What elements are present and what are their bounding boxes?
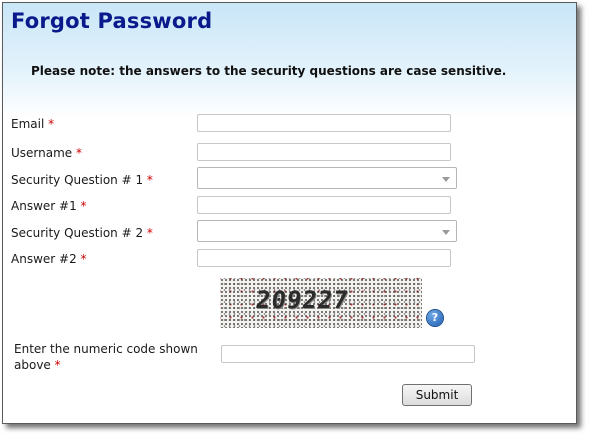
- answer-2-label-text: Answer #2: [11, 252, 77, 266]
- username-label-text: Username: [11, 146, 73, 160]
- captcha-code: 209227: [254, 286, 351, 314]
- captcha-label-line1: Enter the numeric code shown: [14, 342, 198, 356]
- username-label: Username *: [11, 146, 82, 160]
- captcha-label: Enter the numeric code shown above *: [14, 341, 198, 373]
- captcha-label-line2: above: [14, 358, 51, 372]
- security-question-2-label: Security Question # 2 *: [11, 226, 153, 240]
- case-sensitive-note: Please note: the answers to the security…: [31, 64, 507, 78]
- email-label-text: Email: [11, 117, 45, 131]
- answer-2-field[interactable]: [197, 249, 451, 267]
- security-question-2-label-text: Security Question # 2: [11, 226, 144, 240]
- required-marker: *: [80, 252, 87, 266]
- email-field[interactable]: [197, 114, 451, 132]
- forgot-password-window: Forgot Password Please note: the answers…: [2, 2, 577, 424]
- security-question-1-select[interactable]: [197, 167, 457, 189]
- security-question-2-select[interactable]: [197, 220, 457, 242]
- email-label: Email *: [11, 117, 54, 131]
- required-marker: *: [76, 146, 82, 160]
- chevron-down-icon: [442, 177, 450, 182]
- chevron-down-icon: [442, 230, 450, 235]
- security-question-1-label: Security Question # 1 *: [11, 173, 153, 187]
- captcha-code-field[interactable]: [221, 345, 475, 363]
- captcha-image: 209227: [220, 278, 422, 328]
- required-marker: *: [146, 173, 153, 187]
- username-field[interactable]: [197, 143, 451, 161]
- required-marker: *: [80, 199, 87, 213]
- submit-button[interactable]: Submit: [402, 384, 472, 406]
- question-icon[interactable]: ?: [427, 310, 443, 326]
- page-title: Forgot Password: [11, 9, 213, 33]
- answer-2-label: Answer #2 *: [11, 252, 87, 266]
- required-marker: *: [54, 358, 61, 372]
- required-marker: *: [48, 117, 55, 131]
- answer-1-field[interactable]: [197, 196, 451, 214]
- security-question-1-label-text: Security Question # 1: [11, 173, 144, 187]
- answer-1-label: Answer #1 *: [11, 199, 87, 213]
- required-marker: *: [146, 226, 153, 240]
- answer-1-label-text: Answer #1: [11, 199, 77, 213]
